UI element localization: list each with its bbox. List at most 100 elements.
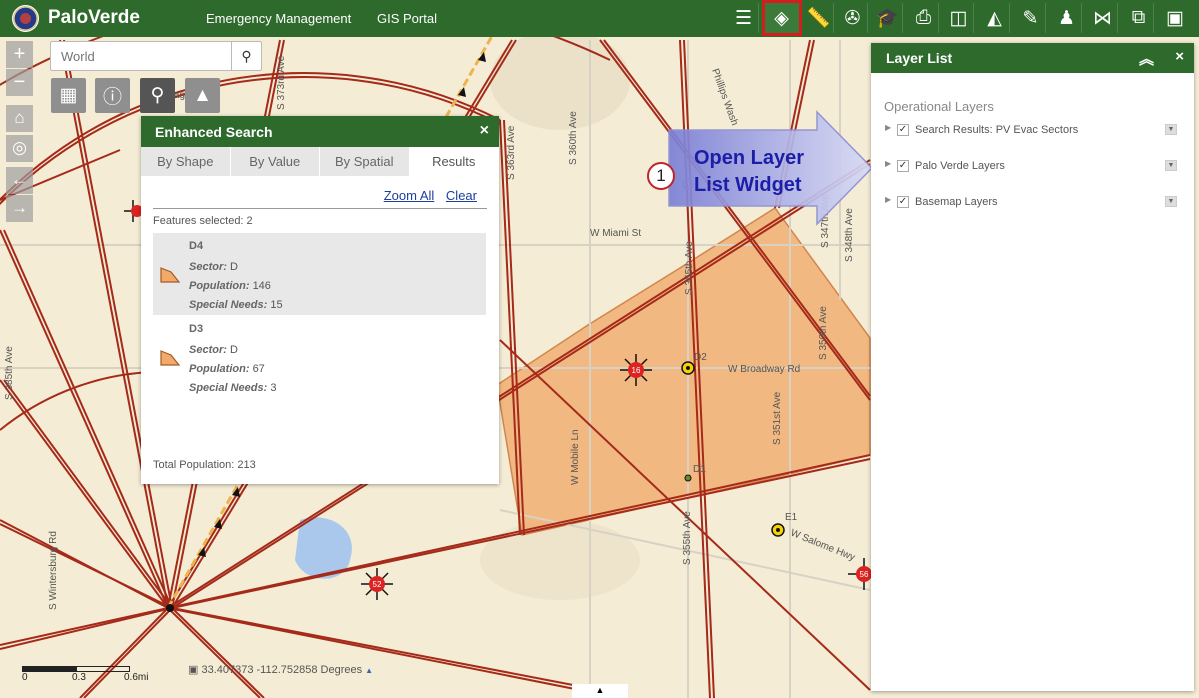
polygon-icon [160, 350, 181, 366]
search-input[interactable] [51, 42, 233, 70]
siren-marker[interactable]: 52 [361, 568, 393, 600]
locate-button[interactable]: ◎ [6, 135, 33, 162]
info-icon[interactable]: ⓘ [95, 78, 130, 113]
search-widget-icon[interactable]: ⚲ [140, 78, 175, 113]
field-label: Special Needs [189, 382, 264, 394]
scale-label: 0.6mi [124, 672, 149, 683]
road-label: W Mobile Ln [570, 429, 581, 485]
layers-icon[interactable]: ◈ [762, 0, 802, 36]
layer-item[interactable]: ▶ ✓ Basemap Layers ▼ [885, 194, 1177, 212]
marker-label: 52 [373, 580, 382, 589]
site-d1[interactable]: D1 [684, 464, 706, 482]
layer-visibility-checkbox[interactable]: ✓ [897, 124, 909, 136]
result-item[interactable]: D3 Sector: D Population: 67 Special Need… [153, 316, 486, 398]
step-number-badge: 1 [647, 162, 675, 190]
home-button[interactable]: ⌂ [6, 105, 33, 132]
features-selected-count: Features selected: 2 [153, 215, 253, 227]
field-value: D [229, 261, 238, 273]
annotation-line-2: List Widget [694, 174, 802, 196]
graduation-icon[interactable]: 🎓 [873, 3, 903, 33]
zoom-out-button[interactable]: − [6, 69, 33, 96]
city-seal-logo[interactable] [12, 5, 39, 32]
emergency-management-link[interactable]: Emergency Management [206, 11, 351, 26]
forward-extent-button[interactable]: → [6, 195, 33, 222]
chart-icon[interactable]: ◭ [980, 3, 1010, 33]
geocoder-search: ⚲ [50, 41, 262, 71]
road-label: S 351st Ave [772, 391, 783, 445]
road-label: S 363rd Ave [506, 125, 517, 180]
marker-label: 56 [860, 570, 869, 579]
enhanced-search-panel: Enhanced Search × By Shape By Value By S… [141, 116, 499, 484]
add-layer-icon[interactable]: ⧉ [1124, 3, 1154, 33]
tab-results[interactable]: Results [409, 147, 499, 176]
expand-panel-button[interactable]: ▲ [572, 684, 628, 698]
layer-name: Search Results: PV Evac Sectors [915, 124, 1079, 136]
person-icon[interactable]: ♟ [1052, 3, 1082, 33]
print-icon[interactable]: ⎙ [909, 3, 939, 33]
close-icon[interactable]: × [1175, 48, 1184, 65]
scale-label: 0.3 [72, 672, 86, 683]
list-icon[interactable]: ☰ [729, 3, 759, 33]
tab-by-spatial[interactable]: By Spatial [320, 147, 410, 176]
gis-portal-link[interactable]: GIS Portal [377, 11, 437, 26]
layer-visibility-checkbox[interactable]: ✓ [897, 160, 909, 172]
layer-item[interactable]: ▶ ✓ Palo Verde Layers ▼ [885, 158, 1177, 176]
site-label: E1 [785, 512, 798, 523]
zoom-all-link[interactable]: Zoom All [384, 188, 435, 203]
field-value: 146 [252, 280, 271, 292]
road-label: S 355th Ave [682, 511, 693, 565]
panel-title: Enhanced Search [155, 124, 273, 140]
app-title: PaloVerde [48, 7, 140, 28]
result-actions: Zoom All Clear [376, 188, 477, 203]
layer-menu-icon[interactable]: ▼ [1165, 124, 1177, 135]
field-label: Special Needs [189, 299, 264, 311]
app-header: PaloVerde Emergency Management GIS Porta… [0, 0, 1199, 37]
road-label: S 385th Ave [4, 346, 15, 400]
search-tabs: By Shape By Value By Spatial Results [141, 147, 499, 176]
coordinates-icon: ▣ [188, 664, 202, 676]
tab-by-value[interactable]: By Value [230, 147, 320, 176]
film-icon[interactable]: ✇ [838, 3, 868, 33]
annotation-line-1: Open Layer [694, 147, 805, 169]
image-icon[interactable]: ▲ [185, 78, 220, 113]
layer-visibility-checkbox[interactable]: ✓ [897, 196, 909, 208]
collapse-icon[interactable]: ︽ [1139, 48, 1154, 69]
layer-menu-icon[interactable]: ▼ [1165, 196, 1177, 207]
save-icon[interactable]: ▣ [1160, 3, 1190, 33]
measure-icon[interactable]: 📏 [804, 3, 834, 33]
tab-by-shape[interactable]: By Shape [141, 147, 231, 176]
divider [153, 208, 487, 209]
layer-item[interactable]: ▶ ✓ Search Results: PV Evac Sectors ▼ [885, 122, 1177, 140]
marker-label: 16 [632, 366, 641, 375]
road-label: S 355th Ave [684, 241, 695, 295]
field-value: 15 [270, 299, 283, 311]
zoom-in-button[interactable]: + [6, 41, 33, 68]
close-icon[interactable]: × [480, 122, 489, 140]
layer-list-panel: Layer List ︽ × Operational Layers ▶ ✓ Se… [871, 43, 1194, 691]
coordinates-value: 33.407373 -112.752858 Degrees [201, 664, 363, 676]
site-label: D1 [693, 464, 706, 475]
siren-marker[interactable]: 16 [620, 354, 652, 386]
back-extent-button[interactable]: ← [6, 167, 33, 194]
chevron-up-icon[interactable]: ▲ [365, 666, 373, 675]
site-label: D2 [694, 352, 707, 363]
draw-icon[interactable]: ✎ [1016, 3, 1046, 33]
result-name: D4 [189, 240, 204, 252]
total-population: Total Population: 213 [153, 459, 256, 471]
share-icon[interactable]: ⋈ [1088, 3, 1118, 33]
coordinates-readout[interactable]: ▣ 33.407373 -112.752858 Degrees ▲ [188, 663, 373, 676]
layer-menu-icon[interactable]: ▼ [1165, 160, 1177, 171]
result-sector: Sector: D [189, 261, 238, 273]
swipe-icon[interactable]: ◫ [944, 3, 974, 33]
site-d2[interactable]: D2 [681, 352, 707, 375]
basemap-gallery-icon[interactable]: ▦ [51, 78, 86, 113]
road-label: S 350th Ave [818, 306, 829, 360]
expand-caret-icon[interactable]: ▶ [885, 159, 891, 168]
search-icon[interactable]: ⚲ [231, 42, 261, 70]
expand-caret-icon[interactable]: ▶ [885, 123, 891, 132]
road-label: S 373rd Ave [276, 55, 287, 110]
result-item[interactable]: D4 Sector: D Population: 146 Special Nee… [153, 233, 486, 315]
expand-caret-icon[interactable]: ▶ [885, 195, 891, 204]
clear-link[interactable]: Clear [446, 188, 477, 203]
panel-title-bar: Enhanced Search × [141, 116, 499, 147]
